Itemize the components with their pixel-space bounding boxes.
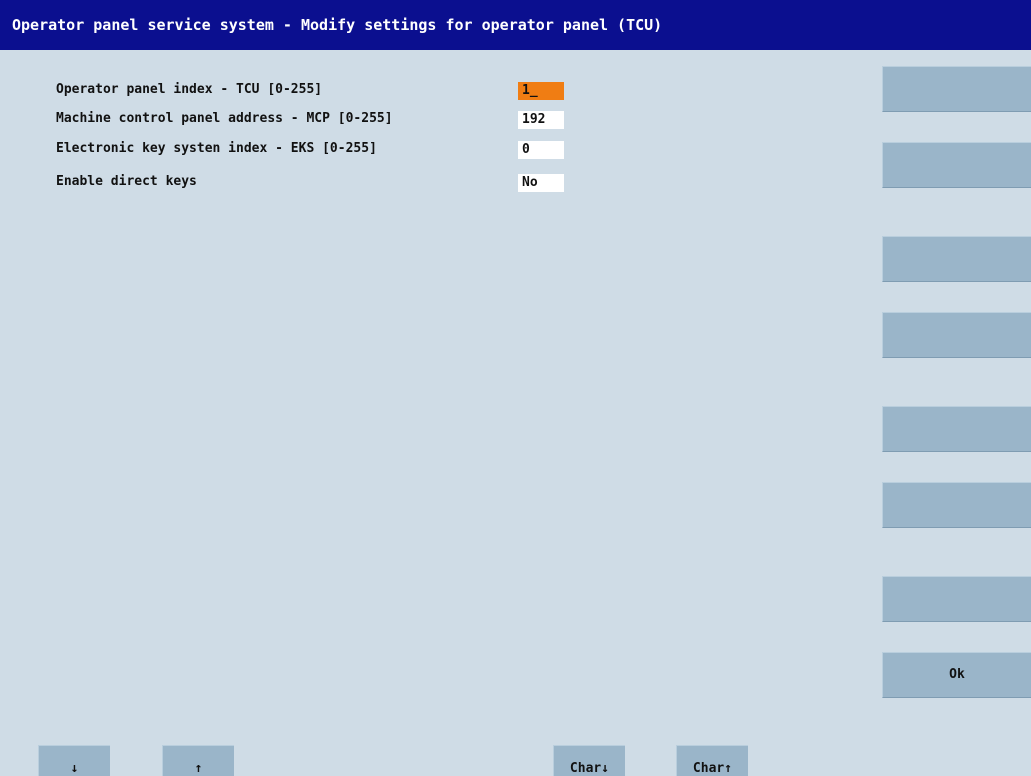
- window-title: Operator panel service system - Modify s…: [12, 16, 663, 34]
- field-row-mcp-address: Machine control panel address - MCP [0-2…: [0, 107, 880, 133]
- cursor-up-button[interactable]: ↑: [162, 745, 234, 776]
- settings-form: Operator panel index - TCU [0-255] 1_ Ma…: [0, 50, 880, 776]
- softkey-v2[interactable]: [882, 142, 1031, 188]
- direct-keys-select[interactable]: No: [518, 174, 564, 192]
- softkey-v7[interactable]: [882, 576, 1031, 622]
- vertical-softkey-bar: Ok: [882, 50, 1031, 776]
- field-row-tcu-index: Operator panel index - TCU [0-255] 1_: [0, 78, 880, 104]
- cursor-down-button[interactable]: ↓: [38, 745, 110, 776]
- char-down-button[interactable]: Char↓: [553, 745, 625, 776]
- field-label-tcu-index: Operator panel index - TCU [0-255]: [56, 82, 323, 97]
- ok-button[interactable]: Ok: [882, 652, 1031, 698]
- field-row-eks-index: Electronic key systen index - EKS [0-255…: [0, 137, 880, 163]
- eks-index-input[interactable]: 0: [518, 141, 564, 159]
- mcp-address-input[interactable]: 192: [518, 111, 564, 129]
- softkey-v4[interactable]: [882, 312, 1031, 358]
- softkey-v1[interactable]: [882, 66, 1031, 112]
- horizontal-softkey-bar: ↓ ↑ Char↓ Char↑: [0, 745, 1031, 776]
- softkey-v6[interactable]: [882, 482, 1031, 528]
- softkey-v3[interactable]: [882, 236, 1031, 282]
- softkey-v5[interactable]: [882, 406, 1031, 452]
- field-label-eks-index: Electronic key systen index - EKS [0-255…: [56, 141, 377, 156]
- title-bar: Operator panel service system - Modify s…: [0, 0, 1031, 50]
- field-label-direct-keys: Enable direct keys: [56, 174, 197, 189]
- main-area: Operator panel index - TCU [0-255] 1_ Ma…: [0, 50, 1031, 776]
- tcu-index-input[interactable]: 1_: [518, 82, 564, 100]
- field-row-direct-keys: Enable direct keys No: [0, 170, 880, 196]
- field-label-mcp-address: Machine control panel address - MCP [0-2…: [56, 111, 393, 126]
- char-up-button[interactable]: Char↑: [676, 745, 748, 776]
- screen: Operator panel service system - Modify s…: [0, 0, 1031, 776]
